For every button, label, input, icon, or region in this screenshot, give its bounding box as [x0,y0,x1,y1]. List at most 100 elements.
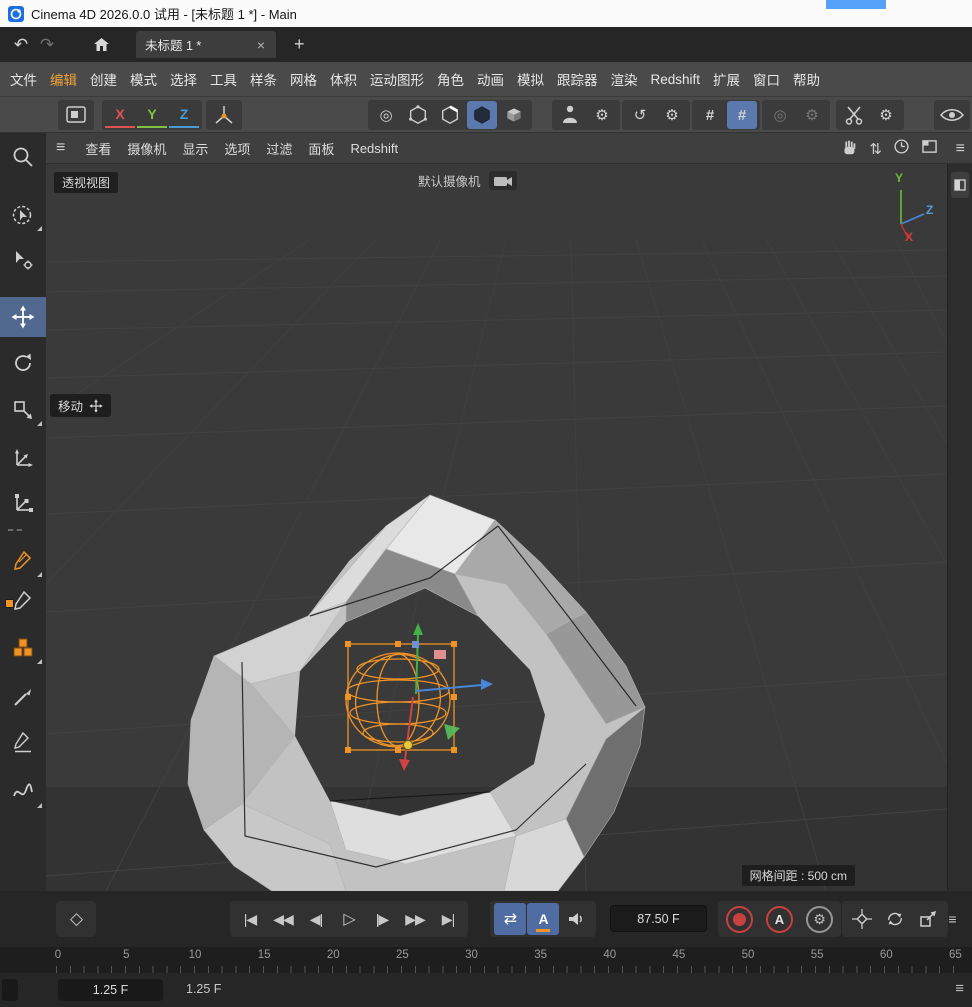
vpmenu-cameras[interactable]: 摄像机 [127,139,166,158]
render-view-icon[interactable]: ◎ [765,101,795,129]
vpmenu-filter[interactable]: 过滤 [266,139,292,158]
move-tool[interactable] [0,297,46,337]
workplane-icon[interactable] [61,101,91,129]
vpmenu-options[interactable]: 选项 [224,139,250,158]
menu-simulate[interactable]: 模拟 [517,69,544,89]
record-keyframe-button[interactable] [726,906,753,933]
rotate-tool[interactable] [0,343,46,383]
go-to-end-button[interactable]: ▶| [432,903,464,935]
layout-menu-icon[interactable]: ≡ [956,133,965,164]
menu-window[interactable]: 窗口 [753,69,780,89]
polygon-modeling-tool[interactable] [0,628,46,668]
zoom-tool[interactable] [0,137,46,177]
view-history-clock-icon[interactable] [893,138,910,159]
mode-polygons-icon[interactable] [467,101,497,129]
play-button[interactable]: ▷ [333,903,365,935]
current-frame-field[interactable]: 1.25 F [58,979,163,1001]
menu-character[interactable]: 角色 [437,69,464,89]
menu-file[interactable]: 文件 [10,69,37,89]
scale-tool[interactable] [0,390,46,430]
new-tab-button[interactable]: + [294,34,305,55]
redo-icon[interactable]: ↷ [34,35,60,55]
keyframe-diamond-icon[interactable]: ◇ [60,903,92,935]
pan-hand-icon[interactable] [840,138,858,160]
undo-icon[interactable]: ↶ [8,35,34,55]
playback-time-field[interactable]: 87.50 F [610,905,707,932]
timeline-menu-icon[interactable]: ≡ [936,903,968,935]
window-control-highlight[interactable] [826,0,886,9]
grid-icon[interactable]: # [695,101,725,129]
status-menu-icon[interactable]: ≡ [955,980,964,997]
mode-edges-icon[interactable] [435,101,465,129]
selection-settings-tool[interactable] [0,240,46,280]
brush-tool[interactable] [0,677,46,717]
menu-render[interactable]: 渲染 [611,69,638,89]
dolly-icon[interactable]: ⇅ [869,140,882,158]
previous-key-button[interactable]: ◀◀ [267,903,299,935]
menu-edit[interactable]: 编辑 [50,69,77,89]
menu-create[interactable]: 创建 [90,69,117,89]
axis-x-button[interactable]: X [105,102,135,128]
camera-label[interactable]: 默认摄像机 [418,171,481,190]
vpmenu-panel[interactable]: 面板 [308,139,334,158]
key-rotation-icon[interactable] [879,903,911,935]
menu-extensions[interactable]: 扩展 [713,69,740,89]
next-frame-button[interactable]: |▶ [366,903,398,935]
frame-step-box[interactable] [2,979,18,1001]
grid-active-icon[interactable]: # [727,101,757,129]
mode-points-icon[interactable] [403,101,433,129]
view-label[interactable]: 透视视图 [54,172,118,193]
menu-mograph[interactable]: 运动图形 [370,69,424,89]
menu-help[interactable]: 帮助 [793,69,820,89]
autokey-toggle-button[interactable]: A [766,906,793,933]
viewport[interactable]: 透视视图 默认摄像机 移动 网格间距 : 500 cm Y Z X [46,164,947,891]
axis-z-button[interactable]: Z [169,102,199,128]
coordinate-system-icon[interactable] [209,101,239,129]
next-key-button[interactable]: ▶▶ [399,903,431,935]
render-settings-gear-icon[interactable]: ⚙ [797,101,827,129]
vpmenu-redshift[interactable]: Redshift [350,141,398,156]
people-settings-gear-icon[interactable]: ⚙ [587,101,617,129]
home-icon[interactable] [88,37,114,52]
timeline-ruler[interactable]: 0 5 10 15 20 25 30 35 40 45 50 55 60 65 [0,947,972,973]
menu-tracker[interactable]: 跟踪器 [557,69,598,89]
live-selection-tool[interactable] [0,195,46,235]
sketch-pen-tool[interactable] [0,722,46,762]
menu-tools[interactable]: 工具 [210,69,237,89]
viewport-canvas[interactable] [46,164,947,891]
menu-mode[interactable]: 模式 [130,69,157,89]
cut-settings-gear-icon[interactable]: ⚙ [871,101,901,129]
autokey-button[interactable]: A [527,903,559,935]
panel-expand-button[interactable] [951,172,969,198]
eye-icon[interactable] [937,101,967,129]
maximize-view-icon[interactable] [921,139,938,158]
loop-playback-button[interactable]: ⇄ [494,903,526,935]
previous-frame-button[interactable]: ◀| [300,903,332,935]
viewport-hamburger-icon[interactable]: ≡ [56,139,65,157]
menu-mesh[interactable]: 网格 [290,69,317,89]
scissors-icon[interactable] [839,101,869,129]
go-to-start-button[interactable]: |◀ [234,903,266,935]
keyframe-settings-button[interactable]: ⚙ [806,906,833,933]
vpmenu-display[interactable]: 显示 [182,139,208,158]
key-position-icon[interactable] [846,903,878,935]
camera-icon[interactable] [489,171,517,190]
menu-spline[interactable]: 样条 [250,69,277,89]
pen-tool[interactable] [0,581,46,621]
menu-animate[interactable]: 动画 [477,69,504,89]
menu-redshift[interactable]: Redshift [651,72,701,87]
people-icon[interactable] [555,101,585,129]
spline-pen-tool[interactable] [0,541,46,581]
axis-y-button[interactable]: Y [137,102,167,128]
sound-button[interactable] [560,903,592,935]
document-tab[interactable]: 未标题 1 * × [136,31,276,58]
menu-volume[interactable]: 体积 [330,69,357,89]
spline-smooth-tool[interactable] [0,772,46,812]
u-rotate-icon[interactable]: ↺ [625,101,655,129]
free-move-tool[interactable] [0,438,46,478]
vpmenu-view[interactable]: 查看 [85,139,111,158]
tab-close-icon[interactable]: × [255,37,267,53]
mode-model-icon[interactable]: ◎ [371,101,401,129]
menu-select[interactable]: 选择 [170,69,197,89]
axis-scale-tool[interactable] [0,483,46,523]
